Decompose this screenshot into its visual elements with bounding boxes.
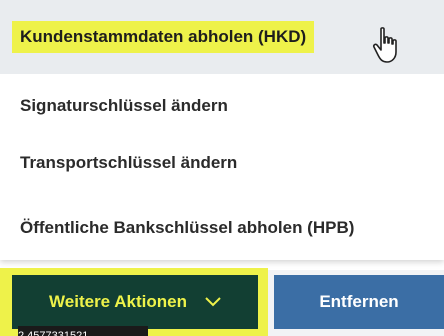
menu-item-fetch-bank-keys[interactable]: Öffentliche Bankschlüssel abholen (HPB) bbox=[0, 196, 444, 260]
menu-item-change-transport-key[interactable]: Transportschlüssel ändern bbox=[0, 131, 444, 195]
hand-pointer-icon bbox=[372, 27, 397, 63]
menu-item-label: Transportschlüssel ändern bbox=[20, 153, 238, 172]
remove-label: Entfernen bbox=[319, 292, 399, 311]
chevron-down-icon bbox=[205, 297, 221, 307]
menu-item-change-signature-key[interactable]: Signaturschlüssel ändern bbox=[0, 74, 444, 138]
more-actions-button[interactable]: Weitere Aktionen bbox=[12, 275, 258, 329]
tooltip-text: 2,4577331521 bbox=[18, 326, 148, 336]
menu-item-label: Signaturschlüssel ändern bbox=[20, 96, 228, 115]
more-actions-label: Weitere Aktionen bbox=[49, 292, 187, 311]
remove-button[interactable]: Entfernen bbox=[274, 275, 444, 329]
menu-item-label: Öffentliche Bankschlüssel abholen (HPB) bbox=[20, 218, 355, 237]
menu-item-label: Kundenstammdaten abholen (HKD) bbox=[12, 21, 315, 53]
